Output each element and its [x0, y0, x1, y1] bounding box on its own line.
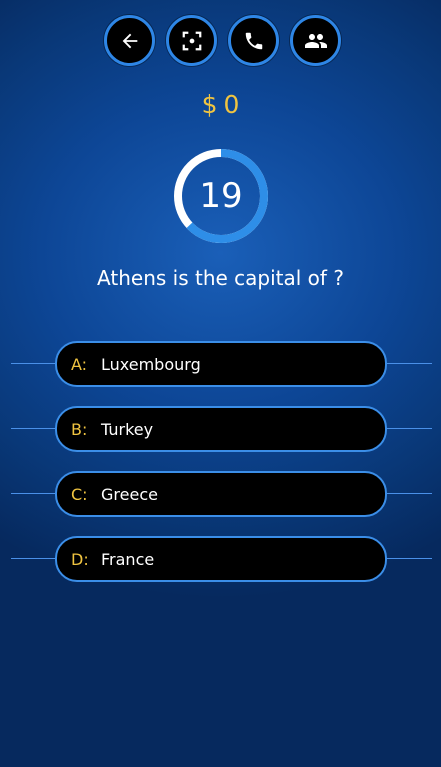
answer-letter: B:	[71, 419, 88, 439]
answer-button-a[interactable]: A: Luxembourg	[55, 341, 387, 387]
answer-letter: C:	[71, 484, 88, 504]
answer-row-d: D: France	[0, 536, 441, 582]
answer-line-right	[386, 493, 432, 494]
answer-line-right	[386, 428, 432, 429]
timer-seconds: 19	[199, 176, 243, 216]
audience-icon	[304, 33, 327, 48]
answer-list: A: Luxembourg B: Turkey C: Greece D: Fra…	[0, 341, 441, 601]
prize-value: 0	[223, 90, 240, 119]
phone-friend-button[interactable]	[228, 15, 279, 66]
countdown-timer: 19	[171, 146, 271, 246]
answer-button-d[interactable]: D: France	[55, 536, 387, 582]
answer-letter: A:	[71, 354, 88, 374]
answer-row-a: A: Luxembourg	[0, 341, 441, 387]
answer-text: Luxembourg	[101, 354, 201, 374]
answer-line-left	[11, 363, 57, 364]
prize-amount: $0	[0, 90, 441, 119]
answer-line-right	[386, 363, 432, 364]
answer-text: Greece	[101, 484, 158, 504]
answer-row-b: B: Turkey	[0, 406, 441, 452]
answer-button-c[interactable]: C: Greece	[55, 471, 387, 517]
currency-symbol: $	[201, 90, 218, 119]
phone-icon	[245, 32, 262, 49]
answer-text: France	[101, 549, 155, 569]
answer-letter: D:	[71, 549, 89, 569]
answer-row-c: C: Greece	[0, 471, 441, 517]
back-arrow-icon	[122, 33, 137, 48]
answer-text: Turkey	[101, 419, 154, 439]
answer-button-b[interactable]: B: Turkey	[55, 406, 387, 452]
back-button[interactable]	[104, 15, 155, 66]
answer-line-right	[386, 558, 432, 559]
question-text: Athens is the capital of ?	[97, 266, 344, 290]
ask-audience-button[interactable]	[290, 15, 341, 66]
lifeline-toolbar	[0, 15, 441, 67]
answer-line-left	[11, 558, 57, 559]
answer-line-left	[11, 493, 57, 494]
fifty-fifty-icon	[182, 31, 201, 50]
fifty-fifty-button[interactable]	[166, 15, 217, 66]
answer-line-left	[11, 428, 57, 429]
